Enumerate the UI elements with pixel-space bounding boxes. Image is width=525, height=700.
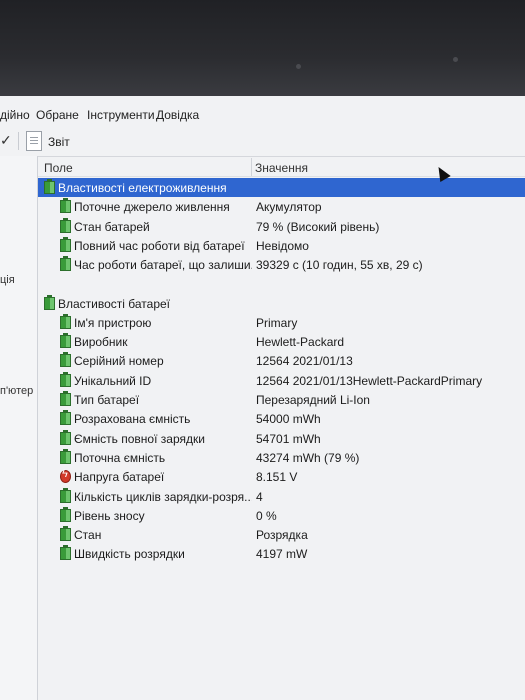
property-row[interactable]: Рівень зносу 0 % bbox=[38, 506, 525, 525]
section-header[interactable]: Властивості батареї bbox=[38, 294, 525, 313]
property-value: 12564 2021/01/13Hewlett-PackardPrimary bbox=[256, 373, 483, 388]
tree-item[interactable]: ція bbox=[0, 274, 15, 286]
property-value: 8.151 V bbox=[256, 470, 298, 485]
property-field: Серійний номер bbox=[74, 354, 164, 369]
property-value: Перезарядний Li-Ion bbox=[256, 393, 370, 407]
battery-icon bbox=[60, 391, 71, 406]
battery-icon bbox=[60, 217, 71, 233]
app-window: дійно Обране Інструменти Довідка ✓ Звіт … bbox=[0, 96, 525, 700]
property-row[interactable]: Серійний номер 12564 2021/01/13 bbox=[38, 351, 525, 370]
property-row[interactable]: Унікальний ID 12564 2021/01/13Hewlett-Pac… bbox=[38, 371, 525, 390]
toolbar-separator bbox=[18, 132, 19, 150]
property-field: Швидкість розрядки bbox=[74, 547, 185, 562]
battery-icon bbox=[60, 256, 71, 272]
property-value: 79 % (Високий рівень) bbox=[256, 219, 380, 234]
property-row[interactable]: Кількість циклів зарядки-розря... 4 bbox=[38, 487, 525, 506]
column-header: Поле Значення bbox=[38, 158, 525, 177]
menu-bar: дійно Обране Інструменти Довідка bbox=[0, 104, 525, 126]
property-row[interactable]: Повний час роботи від батареї Невідомо bbox=[38, 236, 525, 255]
property-row[interactable]: Ім'я пристрою Primary bbox=[38, 313, 525, 332]
property-value: 54701 mWh bbox=[256, 431, 321, 446]
menu-item-help[interactable]: Довідка bbox=[156, 108, 199, 122]
column-header-value[interactable]: Значення bbox=[255, 161, 308, 175]
property-value: 39329 с (10 годин, 55 хв, 29 с) bbox=[256, 258, 423, 273]
battery-icon bbox=[60, 410, 71, 426]
battery-icon bbox=[60, 526, 71, 542]
laptop-bezel bbox=[0, 0, 525, 96]
column-header-field[interactable]: Поле bbox=[44, 161, 73, 175]
menu-item-file[interactable]: дійно bbox=[0, 108, 30, 122]
battery-icon bbox=[60, 198, 71, 214]
property-row[interactable]: Розрахована ємність 54000 mWh bbox=[38, 409, 525, 428]
property-field: Розрахована ємність bbox=[74, 412, 191, 427]
property-field: Кількість циклів зарядки-розря... bbox=[74, 489, 252, 504]
property-field: Поточне джерело живлення bbox=[74, 200, 230, 215]
battery-icon bbox=[60, 236, 71, 252]
property-field: Повний час роботи від батареї bbox=[74, 238, 245, 253]
menu-item-tools[interactable]: Інструменти bbox=[87, 108, 155, 122]
voltage-icon bbox=[60, 468, 71, 484]
column-divider[interactable] bbox=[251, 158, 252, 176]
property-row[interactable]: Час роботи батареї, що залиши... 39329 с … bbox=[38, 255, 525, 274]
battery-icon bbox=[60, 429, 71, 445]
toolbar: ✓ Звіт bbox=[0, 126, 525, 157]
property-field: Стан батарей bbox=[74, 219, 150, 234]
navigation-tree[interactable]: ція п'ютер bbox=[0, 156, 38, 700]
property-row[interactable]: Стан батарей 79 % (Високий рівень) bbox=[38, 217, 525, 236]
property-row[interactable]: Поточне джерело живлення Акумулятор bbox=[38, 197, 525, 216]
battery-icon bbox=[44, 179, 55, 194]
section-title: Властивості електроживлення bbox=[58, 181, 227, 195]
battery-icon bbox=[60, 545, 71, 561]
property-field: Рівень зносу bbox=[74, 508, 145, 523]
property-value: Акумулятор bbox=[256, 200, 322, 215]
section-header[interactable]: Властивості електроживлення bbox=[38, 178, 525, 197]
battery-icon bbox=[60, 506, 71, 522]
check-icon[interactable]: ✓ bbox=[0, 132, 12, 149]
battery-icon bbox=[60, 448, 71, 464]
property-value: Розрядка bbox=[256, 528, 308, 543]
property-row[interactable]: Стан Розрядка bbox=[38, 525, 525, 544]
property-row[interactable]: Поточна ємність 43274 mWh (79 %) bbox=[38, 448, 525, 467]
property-value: 4197 mW bbox=[256, 547, 308, 562]
property-field: Час роботи батареї, що залиши... bbox=[74, 258, 252, 273]
property-value: Primary bbox=[256, 315, 298, 330]
property-value: 12564 2021/01/13 bbox=[256, 354, 353, 369]
battery-icon bbox=[60, 333, 71, 349]
property-row[interactable]: Тип батареї Перезарядний Li-Ion bbox=[38, 390, 525, 409]
property-field: Поточна ємність bbox=[74, 450, 166, 465]
bezel-dot bbox=[296, 64, 301, 69]
property-row[interactable]: Напруга батареї 8.151 V bbox=[38, 467, 525, 486]
property-field: Ємність повної зарядки bbox=[74, 431, 205, 446]
property-value: 0 % bbox=[256, 508, 277, 523]
property-field: Унікальний ID bbox=[74, 373, 152, 388]
report-button[interactable]: Звіт bbox=[48, 135, 70, 149]
property-value: 4 bbox=[256, 489, 263, 504]
property-value: Невідомо bbox=[256, 238, 309, 253]
bezel-dot bbox=[453, 57, 458, 62]
battery-icon bbox=[60, 371, 71, 387]
battery-icon bbox=[60, 313, 71, 329]
section-title: Властивості батареї bbox=[58, 296, 171, 311]
property-row[interactable]: Виробник Hewlett-Packard bbox=[38, 332, 525, 351]
property-field: Стан bbox=[74, 528, 102, 543]
report-icon[interactable] bbox=[26, 131, 42, 151]
property-field: Виробник bbox=[74, 335, 128, 350]
property-row[interactable]: Ємність повної зарядки 54701 mWh bbox=[38, 429, 525, 448]
menu-item-favorites[interactable]: Обране bbox=[36, 108, 79, 122]
property-value: 43274 mWh (79 %) bbox=[256, 450, 360, 465]
property-field: Напруга батареї bbox=[74, 470, 165, 485]
battery-icon bbox=[60, 352, 71, 368]
property-field: Ім'я пристрою bbox=[74, 315, 152, 330]
property-value: Hewlett-Packard bbox=[256, 335, 345, 350]
battery-icon bbox=[44, 294, 55, 310]
property-value: 54000 mWh bbox=[256, 412, 321, 427]
property-row[interactable]: Швидкість розрядки 4197 mW bbox=[38, 544, 525, 563]
battery-icon bbox=[60, 487, 71, 503]
property-field: Тип батареї bbox=[74, 393, 140, 407]
tree-item[interactable]: п'ютер bbox=[0, 385, 33, 397]
